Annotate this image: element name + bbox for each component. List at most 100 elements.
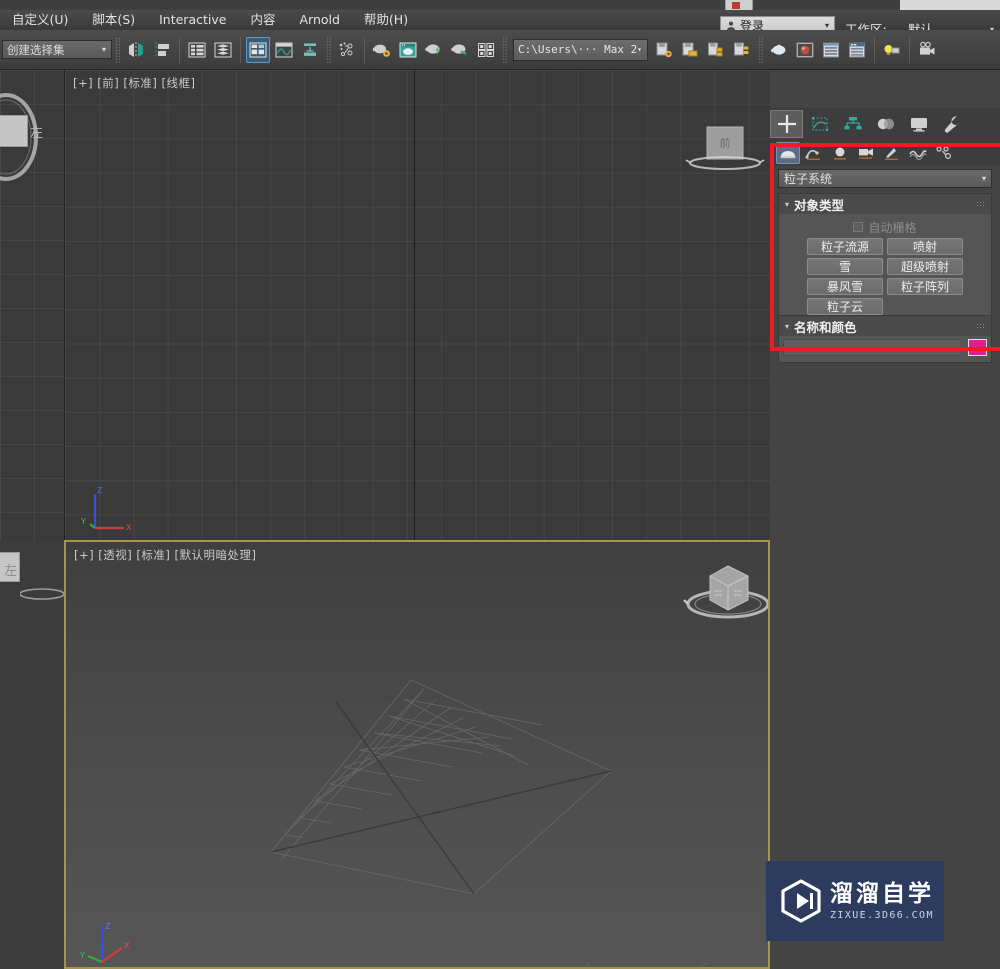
view-cube-perspective[interactable] <box>682 550 768 628</box>
btn-spray[interactable]: 喷射 <box>887 238 963 255</box>
tab-modify[interactable] <box>803 110 836 138</box>
tab-create[interactable] <box>770 110 803 138</box>
render-preview-button[interactable] <box>474 37 498 63</box>
teapot-gear-icon <box>372 40 392 60</box>
svg-text:X: X <box>126 523 132 532</box>
tab-hierarchy[interactable] <box>836 110 869 138</box>
triangle-down-icon[interactable]: ▾ <box>785 200 789 209</box>
tab-utilities[interactable] <box>935 110 968 138</box>
view-cube-front[interactable]: 前 <box>677 125 770 185</box>
category-space-warps[interactable] <box>906 142 930 164</box>
teapot-icon <box>769 40 789 60</box>
menu-interactive[interactable]: Interactive <box>147 10 238 30</box>
asset-tracking-button[interactable] <box>704 37 728 63</box>
nav-cube-left-face-top[interactable] <box>0 115 28 147</box>
tab-motion[interactable] <box>869 110 902 138</box>
menu-content[interactable]: 内容 <box>238 10 287 30</box>
toggle-scene-explorer-button[interactable] <box>246 36 270 63</box>
rollout-object-type-body: 自动栅格 粒子流源 喷射 雪 超级喷射 暴风雪 粒子阵列 粒子云 <box>779 214 991 323</box>
rollout-name-and-color-header[interactable]: ▾ 名称和颜色 <box>779 316 991 336</box>
category-geometry[interactable] <box>776 142 800 164</box>
curve-editor-icon <box>274 40 294 60</box>
chevron-down-icon[interactable]: ▾ <box>825 21 829 30</box>
command-panel-tabs <box>770 108 1000 140</box>
layer-explorer-button[interactable] <box>185 37 209 63</box>
tab-display[interactable] <box>902 110 935 138</box>
viewport-top-left-stub[interactable]: 左 <box>0 70 64 540</box>
menu-customize[interactable]: 自定义(U) <box>0 10 80 30</box>
object-type-button-grid: 粒子流源 喷射 雪 超级喷射 暴风雪 粒子阵列 粒子云 <box>785 236 985 315</box>
schematic-view-button[interactable] <box>298 37 322 63</box>
named-selection-set-input[interactable]: 创建选择集 ▾ <box>2 40 112 59</box>
hierarchy-icon <box>842 113 864 135</box>
named-selection-value: 创建选择集 <box>7 42 65 57</box>
subcategory-dropdown[interactable]: 粒子系统 ▾ <box>778 169 992 188</box>
category-helpers[interactable] <box>880 142 904 164</box>
btn-parray[interactable]: 粒子阵列 <box>887 278 963 295</box>
particle-view-button[interactable] <box>335 37 359 63</box>
shapes-icon <box>805 145 823 161</box>
motion-icon <box>875 113 897 135</box>
btn-pcloud[interactable]: 粒子云 <box>807 298 883 315</box>
autogrid-row[interactable]: 自动栅格 <box>785 218 985 236</box>
rollout-grip-icon <box>976 322 985 330</box>
btn-blizzard[interactable]: 暴风雪 <box>807 278 883 295</box>
render-setup-button[interactable] <box>396 37 420 63</box>
material-editor-button[interactable] <box>370 37 394 63</box>
slate-editor-button[interactable] <box>819 37 843 63</box>
teapot-bolt-icon <box>424 40 444 60</box>
category-cameras[interactable] <box>854 142 878 164</box>
save-project-button[interactable] <box>678 37 702 63</box>
viewport-perspective[interactable]: [+] [透视] [标准] [默认明暗处理] Z Y X <box>64 540 770 969</box>
project-path-value: C:\Users\··· Max 2020 <box>518 43 638 56</box>
rollout-object-type-title: 对象类型 <box>794 197 845 213</box>
teapot-primitive-button[interactable] <box>767 37 791 63</box>
render-production-button[interactable] <box>448 37 472 63</box>
menu-scripting[interactable]: 脚本(S) <box>80 10 147 30</box>
viewport-front[interactable]: [+] [前] [标准] [线框] 前 Z Y X <box>64 70 770 540</box>
chevron-down-icon[interactable]: ▾ <box>982 174 986 183</box>
scene-explorer-button[interactable] <box>211 37 235 63</box>
scene-converter-button[interactable] <box>730 37 754 63</box>
align-button[interactable] <box>150 37 174 63</box>
autogrid-checkbox[interactable] <box>853 222 864 232</box>
toolbar-divider <box>179 36 180 63</box>
project-path-input[interactable]: C:\Users\··· Max 2020 ▾ <box>513 38 648 61</box>
btn-pf-source[interactable]: 粒子流源 <box>807 238 883 255</box>
viewport-bottom-left-stub[interactable]: 左 <box>0 540 64 969</box>
title-strip <box>0 0 1000 10</box>
particle-view-icon <box>337 40 357 60</box>
scene-explorer-icon <box>213 40 233 60</box>
open-explorer-button[interactable] <box>652 37 676 63</box>
render-settings-button[interactable] <box>845 37 869 63</box>
btn-super-spray[interactable]: 超级喷射 <box>887 258 963 275</box>
plus-icon <box>776 113 798 135</box>
light-button[interactable] <box>880 37 904 63</box>
mirror-button[interactable] <box>124 37 148 63</box>
menu-bar: 自定义(U) 脚本(S) Interactive 内容 Arnold 帮助(H)… <box>0 10 1000 37</box>
settings-panel-icon <box>847 40 867 60</box>
menu-arnold[interactable]: Arnold <box>287 10 351 30</box>
triangle-down-icon[interactable]: ▾ <box>785 322 789 331</box>
rollout-object-type-header[interactable]: ▾ 对象类型 <box>779 194 991 214</box>
camera-button[interactable] <box>915 37 939 63</box>
category-systems[interactable] <box>932 142 956 164</box>
rollout-name-and-color-title: 名称和颜色 <box>794 319 857 335</box>
menu-help[interactable]: 帮助(H) <box>352 10 420 30</box>
category-lights[interactable] <box>828 142 852 164</box>
watermark-logo: 溜溜自学 ZIXUE.3D66.COM <box>766 861 944 941</box>
category-shapes[interactable] <box>802 142 826 164</box>
svg-text:X: X <box>124 941 130 950</box>
curve-editor-button[interactable] <box>272 37 296 63</box>
viewport-left-glyph-bottom: 左 <box>4 564 18 579</box>
render-frame-button[interactable] <box>422 37 446 63</box>
btn-snow[interactable]: 雪 <box>807 258 883 275</box>
chevron-down-icon[interactable]: ▾ <box>102 45 106 54</box>
wrench-icon <box>941 113 963 135</box>
align-icon <box>152 40 172 60</box>
chevron-down-icon[interactable]: ▾ <box>637 45 642 54</box>
object-name-input[interactable] <box>783 339 962 356</box>
object-color-swatch[interactable] <box>968 339 987 356</box>
viewport-front-label[interactable]: [+] [前] [标准] [线框] <box>73 75 196 91</box>
material-preview-button[interactable] <box>793 37 817 63</box>
